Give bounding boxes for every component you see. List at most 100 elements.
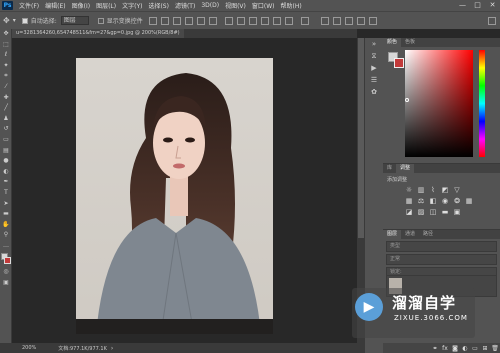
align-bottom-icon[interactable] bbox=[208, 16, 217, 25]
screen-mode-icon[interactable]: ▣ bbox=[0, 278, 12, 289]
align-center-icon[interactable] bbox=[160, 16, 169, 25]
gradient-map-icon[interactable]: ▬ bbox=[439, 208, 451, 216]
menu-type[interactable]: 文字(Y) bbox=[122, 1, 142, 10]
scrollbar-thumb[interactable] bbox=[358, 38, 364, 238]
menu-select[interactable]: 选择(S) bbox=[148, 1, 169, 10]
move-icon[interactable]: ✥ bbox=[0, 29, 12, 40]
shape-icon[interactable]: ▬ bbox=[0, 209, 12, 220]
more-icon[interactable]: … bbox=[0, 241, 12, 252]
3d-drag-icon[interactable] bbox=[356, 16, 365, 25]
quickmask-icon[interactable]: ◎ bbox=[0, 267, 12, 278]
distribute-right-icon[interactable] bbox=[284, 16, 293, 25]
menu-window[interactable]: 窗口(W) bbox=[252, 1, 275, 10]
workspace-icon[interactable] bbox=[488, 16, 496, 25]
menu-help[interactable]: 帮助(H) bbox=[281, 1, 302, 10]
align-top-icon[interactable] bbox=[184, 16, 193, 25]
color-picker-handle[interactable] bbox=[405, 98, 409, 102]
link-layers-icon[interactable]: ⚭ bbox=[430, 345, 440, 352]
threshold-icon[interactable]: ◫ bbox=[427, 208, 439, 216]
close-button[interactable]: ✕ bbox=[485, 0, 500, 11]
delete-layer-icon[interactable]: 🗑 bbox=[490, 345, 500, 352]
layer-style-icon[interactable]: fx bbox=[440, 345, 450, 352]
align-left-icon[interactable] bbox=[148, 16, 157, 25]
distribute-bottom-icon[interactable] bbox=[248, 16, 257, 25]
menu-filter[interactable]: 滤镜(T) bbox=[175, 1, 195, 10]
wand-icon[interactable]: ✦ bbox=[0, 61, 12, 72]
hand-icon[interactable]: ✋ bbox=[0, 220, 12, 231]
hue-slider[interactable] bbox=[479, 50, 485, 157]
posterize-icon[interactable]: ▨ bbox=[415, 208, 427, 216]
3d-slide-icon[interactable] bbox=[368, 16, 377, 25]
maximize-button[interactable]: □ bbox=[470, 0, 485, 11]
new-adjustment-icon[interactable]: ◐ bbox=[460, 345, 470, 352]
marquee-icon[interactable]: ⬚ bbox=[0, 40, 12, 51]
lasso-icon[interactable]: ℓ bbox=[0, 50, 12, 61]
tab-layers[interactable]: 图层 bbox=[383, 230, 402, 239]
status-arrow-icon[interactable]: › bbox=[111, 345, 113, 352]
eraser-icon[interactable]: ▭ bbox=[0, 135, 12, 146]
color-lookup-icon[interactable]: ▦ bbox=[463, 197, 475, 205]
path-select-icon[interactable]: ➤ bbox=[0, 199, 12, 210]
type-icon[interactable]: T bbox=[0, 188, 12, 199]
dropdown-arrow-icon[interactable]: ▾ bbox=[13, 17, 16, 24]
history-brush-icon[interactable]: ↺ bbox=[0, 124, 12, 135]
menu-view[interactable]: 视图(V) bbox=[225, 1, 246, 10]
exposure-icon[interactable]: ◩ bbox=[439, 186, 451, 194]
dodge-icon[interactable]: ◐ bbox=[0, 167, 12, 178]
color-balance-icon[interactable]: ⚖ bbox=[415, 197, 427, 205]
3d-mode-icon[interactable] bbox=[320, 16, 329, 25]
brush-preset-icon[interactable]: ✿ bbox=[365, 86, 383, 98]
auto-select-checkbox[interactable] bbox=[21, 17, 28, 24]
move-tool-icon[interactable]: ✥ bbox=[3, 16, 10, 25]
document-tab[interactable]: u=3281364260,654748511&fm=27&gp=0.jpg @ … bbox=[12, 29, 184, 38]
zoom-icon[interactable]: ⚲ bbox=[0, 230, 12, 241]
color-swatch-icon[interactable] bbox=[0, 251, 12, 267]
new-group-icon[interactable]: ▭ bbox=[470, 345, 480, 352]
curves-icon[interactable]: ⌇ bbox=[427, 186, 439, 194]
eyedropper-icon[interactable]: ⁄ bbox=[0, 82, 12, 93]
brush-icon[interactable]: ╱ bbox=[0, 103, 12, 114]
collapse-icon[interactable]: » bbox=[365, 38, 383, 50]
auto-align-icon[interactable] bbox=[300, 16, 309, 25]
background-color-swatch[interactable] bbox=[394, 58, 404, 68]
align-middle-icon[interactable] bbox=[196, 16, 205, 25]
new-layer-icon[interactable]: ⊞ bbox=[480, 345, 490, 352]
menu-3d[interactable]: 3D(D) bbox=[201, 2, 219, 9]
layer-blend-mode[interactable]: 正常 bbox=[386, 254, 497, 265]
tab-libraries[interactable]: 库 bbox=[383, 164, 396, 173]
gradient-icon[interactable]: ▤ bbox=[0, 146, 12, 157]
distribute-left-icon[interactable] bbox=[260, 16, 269, 25]
actions-icon[interactable]: ▶ bbox=[365, 62, 383, 74]
hue-saturation-icon[interactable]: ▦ bbox=[403, 197, 415, 205]
align-right-icon[interactable] bbox=[172, 16, 181, 25]
black-white-icon[interactable]: ◧ bbox=[427, 197, 439, 205]
3d-rotate-icon[interactable] bbox=[332, 16, 341, 25]
photo-filter-icon[interactable]: ◉ bbox=[439, 197, 451, 205]
vibrance-icon[interactable]: ▽ bbox=[451, 186, 463, 194]
healing-icon[interactable]: ✚ bbox=[0, 93, 12, 104]
properties-icon[interactable]: ☰ bbox=[365, 74, 383, 86]
tab-swatches[interactable]: 色板 bbox=[401, 38, 419, 47]
portrait-photo[interactable] bbox=[76, 58, 273, 334]
layer-filter-kind[interactable]: 类型 bbox=[386, 241, 497, 252]
auto-select-dropdown[interactable]: 图层 bbox=[60, 16, 89, 25]
pen-icon[interactable]: ✒ bbox=[0, 177, 12, 188]
tab-color[interactable]: 颜色 bbox=[383, 38, 402, 47]
selective-color-icon[interactable]: ▣ bbox=[451, 208, 463, 216]
channel-mixer-icon[interactable]: ❂ bbox=[451, 197, 463, 205]
menu-image[interactable]: 图像(I) bbox=[72, 1, 90, 10]
invert-icon[interactable]: ◪ bbox=[403, 208, 415, 216]
transform-checkbox[interactable] bbox=[97, 17, 104, 24]
3d-roll-icon[interactable] bbox=[344, 16, 353, 25]
crop-icon[interactable]: ⌗ bbox=[0, 71, 12, 82]
history-icon[interactable]: ⧖ bbox=[365, 50, 383, 62]
menu-file[interactable]: 文件(F) bbox=[19, 1, 39, 10]
distribute-middle-icon[interactable] bbox=[236, 16, 245, 25]
menu-edit[interactable]: 编辑(E) bbox=[45, 1, 65, 10]
tab-paths[interactable]: 路径 bbox=[419, 230, 437, 239]
stamp-icon[interactable]: ♟ bbox=[0, 114, 12, 125]
distribute-top-icon[interactable] bbox=[224, 16, 233, 25]
menu-layer[interactable]: 图层(L) bbox=[96, 1, 116, 10]
mask-icon[interactable]: ◙ bbox=[450, 345, 460, 352]
zoom-level[interactable]: 200% bbox=[22, 345, 36, 351]
